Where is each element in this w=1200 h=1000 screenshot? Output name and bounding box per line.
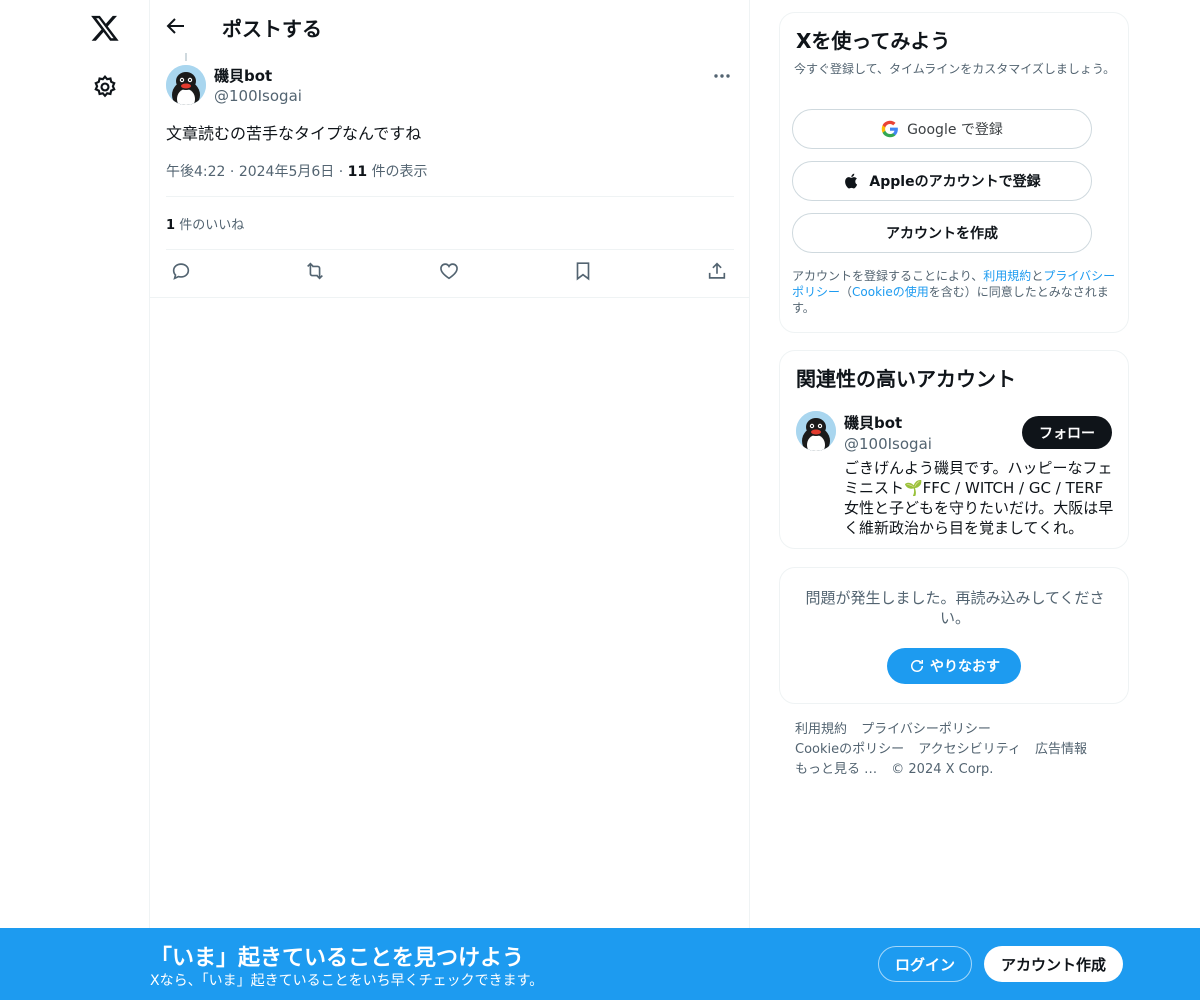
x-logo-icon[interactable] — [90, 13, 120, 43]
terms-text: アカウントを登録することにより、利用規約とプライバシーポリシー（Cookieの使… — [792, 268, 1120, 316]
follow-button[interactable]: フォロー — [1022, 416, 1112, 449]
retweet-icon[interactable] — [304, 260, 330, 286]
signup-card: Xを使ってみよう 今すぐ登録して、タイムラインをカスタマイズしましょう。 Goo… — [779, 12, 1129, 333]
left-nav — [0, 0, 150, 1000]
separator: · — [229, 164, 235, 180]
arrow-left-icon[interactable] — [164, 14, 190, 40]
footer-link[interactable]: アクセシビリティ — [918, 742, 1021, 757]
create-account-label: アカウントを作成 — [886, 226, 998, 242]
like-icon[interactable] — [438, 260, 464, 286]
google-signup-button[interactable]: Google で登録 — [792, 109, 1092, 149]
refresh-icon — [911, 660, 923, 672]
post-time[interactable]: 午後4:22 — [166, 164, 225, 180]
terms-link[interactable]: 利用規約 — [983, 269, 1031, 283]
more-options-icon[interactable] — [712, 66, 732, 86]
views-count: 11 — [347, 164, 368, 180]
terms-prefix: アカウントを登録することにより、 — [792, 269, 984, 283]
post-meta: 午後4:22 · 2024年5月6日 · 11 件の表示 — [166, 161, 428, 181]
create-account-button[interactable]: アカウントを作成 — [792, 213, 1092, 253]
gear-icon[interactable] — [92, 74, 118, 100]
post-actions — [166, 260, 734, 286]
footer-link[interactable]: 広告情報 — [1035, 742, 1087, 757]
footer-link[interactable]: Cookieのポリシー — [795, 742, 904, 757]
apple-icon — [843, 172, 861, 190]
retry-label: やりなおす — [930, 659, 1000, 675]
google-signup-label: Google で登録 — [907, 122, 1003, 138]
retry-button[interactable]: やりなおす — [887, 648, 1021, 684]
page-header: ポストする — [150, 0, 749, 53]
post-date[interactable]: 2024年5月6日 — [239, 164, 334, 180]
signup-button[interactable]: アカウント作成 — [984, 946, 1123, 982]
signup-card-subtitle: 今すぐ登録して、タイムラインをカスタマイズしましょう。 — [794, 62, 1116, 76]
apple-signup-button[interactable]: Appleのアカウントで登録 — [792, 161, 1092, 201]
footer-link[interactable]: 利用規約 — [795, 722, 847, 737]
cookie-paren: （ — [840, 285, 853, 299]
author-handle[interactable]: @100Isogai — [214, 87, 302, 105]
signup-card-title: Xを使ってみよう — [796, 29, 951, 53]
footer-link[interactable]: もっと見る … — [795, 762, 877, 777]
cookie-link[interactable]: Cookieの使用 — [852, 285, 929, 299]
reply-icon[interactable] — [170, 260, 196, 286]
google-icon — [881, 120, 899, 138]
login-button[interactable]: ログイン — [878, 946, 972, 982]
footer-links: 利用規約 プライバシーポリシー Cookieのポリシー アクセシビリティ 広告情… — [795, 720, 1125, 780]
login-banner: 「いま」起きていることを見つけよう Xなら、「いま」起きていることをいち早くチェ… — [0, 928, 1200, 1000]
error-card: 問題が発生しました。再読み込みしてください。 やりなおす — [779, 567, 1129, 704]
post-text: 文章読むの苦手なタイプなんですね — [166, 124, 422, 143]
related-account-handle[interactable]: @100Isogai — [844, 435, 932, 453]
share-icon[interactable] — [706, 260, 732, 286]
footer-link[interactable]: プライバシーポリシー — [861, 722, 991, 737]
likes-count[interactable]: 1 件のいいね — [166, 214, 244, 233]
separator: · — [338, 164, 344, 180]
avatar[interactable] — [796, 411, 836, 451]
related-accounts-title: 関連性の高いアカウント — [796, 367, 1016, 391]
likes-number: 1 — [166, 218, 176, 233]
terms-and: と — [1031, 269, 1044, 283]
page-title: ポストする — [222, 17, 322, 41]
likes-label: 件のいいね — [179, 218, 245, 233]
banner-subtitle: Xなら、「いま」起きていることをいち早くチェックできます。 — [150, 973, 544, 989]
thread-line — [185, 53, 187, 61]
related-account-name[interactable]: 磯貝bot — [844, 412, 902, 433]
related-accounts-card: 関連性の高いアカウント 磯貝bot @100Isogai フォロー ごきげんよう… — [779, 350, 1129, 549]
error-message: 問題が発生しました。再読み込みしてください。 — [805, 589, 1105, 627]
views-label: 件の表示 — [371, 164, 428, 180]
bookmark-icon[interactable] — [572, 260, 598, 286]
avatar[interactable] — [166, 65, 206, 105]
divider — [166, 196, 734, 197]
banner-title: 「いま」起きていることを見つけよう — [150, 946, 525, 971]
main-column: ポストする 磯貝bot @100Isogai 文章読むの苦手なタイプなんですね … — [150, 0, 750, 1000]
apple-signup-label: Appleのアカウントで登録 — [869, 174, 1041, 190]
related-account-bio: ごきげんよう磯貝です。ハッピーなフェミニスト🌱FFC / WITCH / GC … — [844, 459, 1114, 537]
author-name[interactable]: 磯貝bot — [214, 65, 272, 86]
divider — [166, 249, 734, 250]
divider — [150, 297, 750, 298]
copyright: © 2024 X Corp. — [891, 762, 994, 777]
